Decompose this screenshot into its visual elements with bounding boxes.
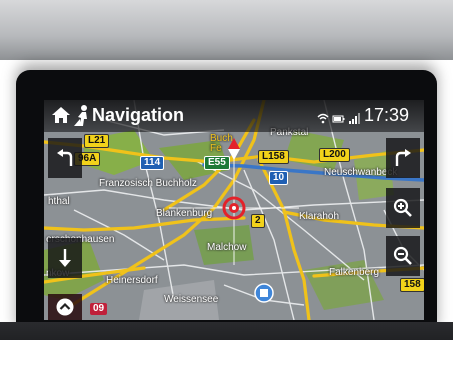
signal-icon [349,113,360,124]
zoom-out-icon [393,246,412,265]
zoom-out-button[interactable] [386,236,420,276]
road-shield-158: 158 [400,278,424,292]
top-bar: Navigation 17:39 [44,100,424,132]
page-background [0,340,453,365]
zoom-in-icon [393,198,412,217]
map-label-franzosisch-buchholz: Franzosisch Buchholz [99,178,197,189]
map-label-hthal: hthal [48,196,70,207]
battery-icon [332,115,345,123]
map-label-fe: Fe [210,143,222,154]
move-down-button[interactable] [48,238,82,278]
chevron-up-icon [56,298,74,316]
dashboard-top [0,0,453,60]
map-label-malchow: Malchow [207,242,247,253]
turn-left-button[interactable] [48,138,82,178]
road-shield-114: 114 [140,156,165,170]
home-icon[interactable] [52,107,70,123]
road-shield-10: 10 [269,171,289,185]
road-shield-l200: L200 [319,148,350,162]
map-label-falkenberg: Falkenberg [329,267,380,278]
clock: 17:39 [364,105,410,125]
map-cursor-icon[interactable] [222,196,246,220]
zoom-in-button[interactable] [386,188,420,228]
turn-right-icon [395,149,411,166]
map-label-blankenburg: Blankenburg [156,208,213,219]
road-shield-2: 2 [251,214,265,228]
road-shield-l158: L158 [258,150,289,164]
wifi-icon [317,113,329,124]
compass-north-icon [228,138,240,160]
arrow-down-icon [59,249,71,267]
map-label-weissensee: Weissensee [164,294,219,305]
turn-right-button[interactable] [386,138,420,178]
expand-menu-button[interactable] [48,294,82,320]
road-shield-l21: L21 [84,134,110,148]
map-label-klarahoh: Klarahoh [299,211,340,222]
road-shield-09: 09 [90,303,108,315]
page-title: Navigation [92,105,185,125]
navigation-screen: Franzosisch Buchholz Blankenburg Malchow… [44,100,424,320]
status-icons [317,113,360,124]
map-label-heinersdorf: Heinersdorf [106,275,158,286]
turn-left-icon [57,149,73,166]
poi-marker-icon[interactable] [254,283,274,305]
road-shield-e55: E55 [204,156,230,170]
navigation-person-icon [74,105,87,126]
